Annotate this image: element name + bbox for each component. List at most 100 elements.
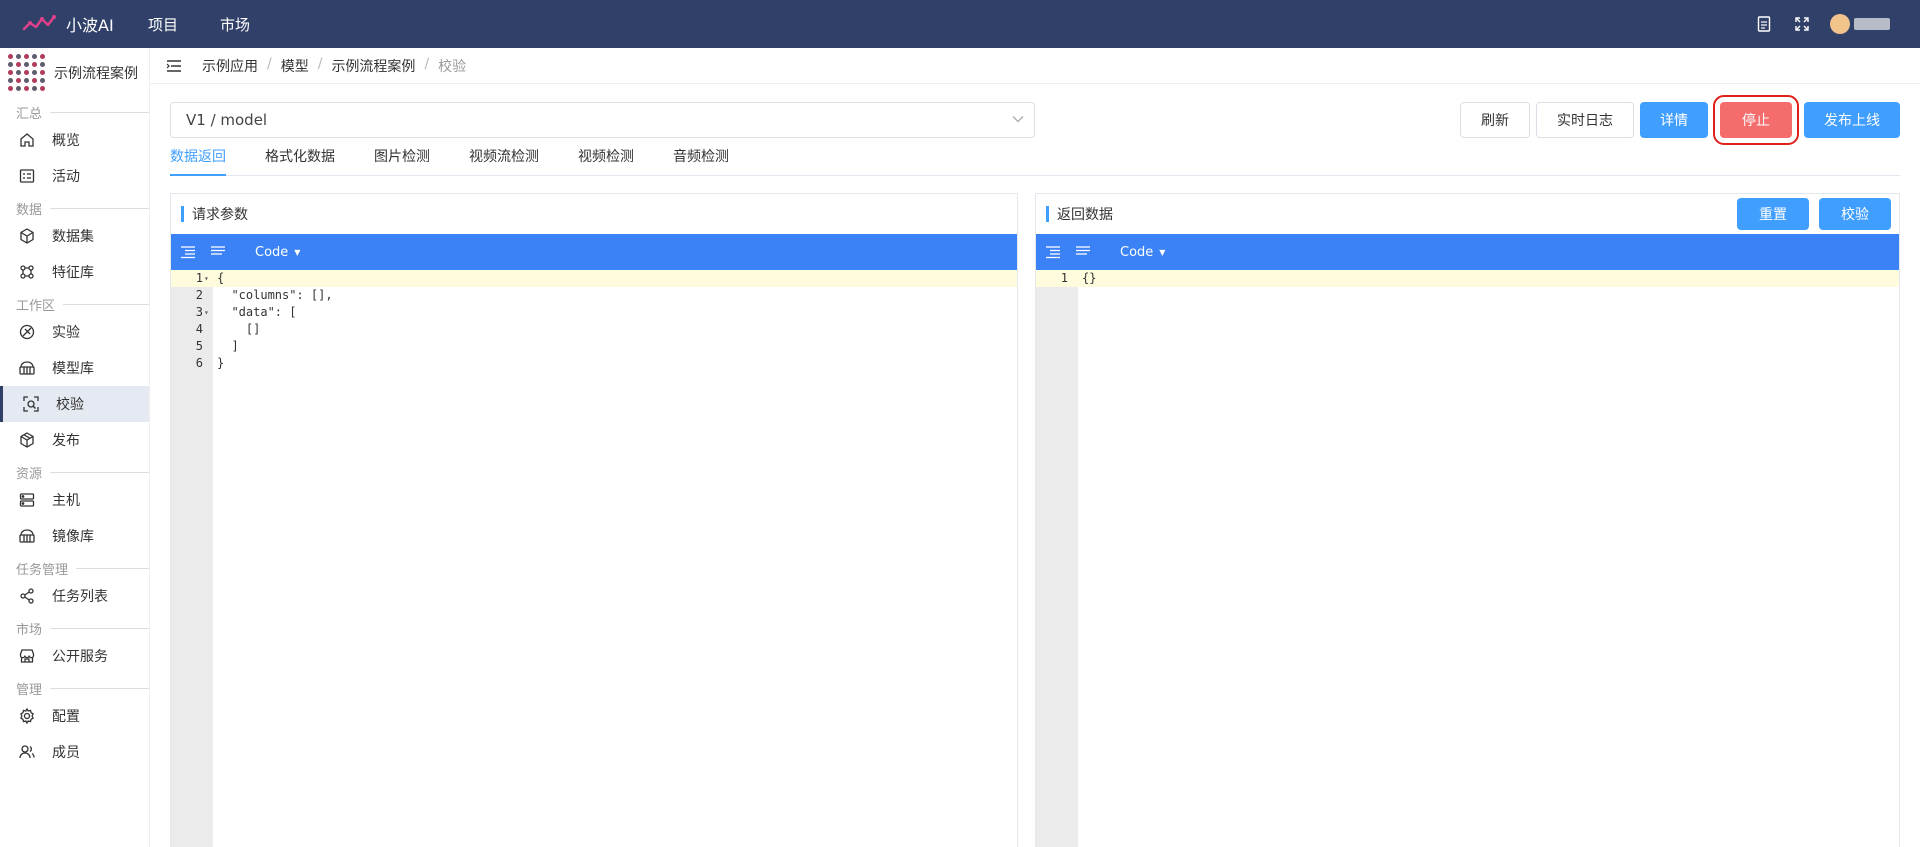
sidebar-group-summary: 汇总 bbox=[0, 102, 149, 122]
sidebar-item-features[interactable]: 特征库 bbox=[0, 254, 149, 290]
caret-down-icon: ▼ bbox=[294, 247, 301, 257]
document-icon[interactable] bbox=[1754, 14, 1774, 34]
user-name-blurred[interactable] bbox=[1854, 18, 1890, 30]
accent-bar bbox=[1046, 206, 1049, 222]
sidebar-item-label: 模型库 bbox=[52, 361, 94, 377]
tab-audio-detection[interactable]: 音频检测 bbox=[673, 146, 729, 176]
model-version-select[interactable]: V1 / model bbox=[170, 102, 1035, 138]
sidebar-group-admin: 管理 bbox=[0, 678, 149, 698]
request-editor-toolbar: Code ▼ bbox=[171, 234, 1017, 270]
stop-button[interactable]: 停止 bbox=[1713, 95, 1799, 145]
sidebar-item-label: 成员 bbox=[52, 745, 80, 761]
fold-toggle-icon[interactable]: ▾ bbox=[204, 270, 209, 287]
model-icon bbox=[18, 359, 36, 377]
realtime-log-button[interactable]: 实时日志 bbox=[1536, 102, 1634, 138]
response-code-editor[interactable]: 1 {} bbox=[1036, 270, 1899, 847]
code-text: } bbox=[217, 356, 225, 370]
line-number: 1 bbox=[195, 271, 203, 285]
sidebar-item-label: 实验 bbox=[52, 325, 80, 341]
details-button[interactable]: 详情 bbox=[1640, 102, 1708, 138]
fullscreen-icon[interactable] bbox=[1792, 14, 1812, 34]
response-panel-actions: 重置 校验 bbox=[1727, 198, 1891, 230]
sidebar-group-tasks: 任务管理 bbox=[0, 558, 149, 578]
sidebar-item-settings[interactable]: 配置 bbox=[0, 698, 149, 734]
sidebar-item-label: 活动 bbox=[52, 169, 80, 185]
tab-image-detection[interactable]: 图片检测 bbox=[374, 146, 430, 176]
tab-data-return[interactable]: 数据返回 bbox=[170, 146, 226, 176]
mode-label: Code bbox=[1120, 244, 1154, 260]
activity-icon bbox=[18, 167, 36, 185]
feature-icon bbox=[18, 263, 36, 281]
sidebar-item-label: 公开服务 bbox=[52, 649, 108, 665]
sidebar-item-images[interactable]: 镜像库 bbox=[0, 518, 149, 554]
breadcrumb-model[interactable]: 模型 bbox=[281, 56, 309, 76]
sidebar-item-label: 配置 bbox=[52, 709, 80, 725]
code-text: { bbox=[217, 271, 225, 285]
project-header[interactable]: 示例流程案例 bbox=[0, 48, 149, 98]
code-line[interactable]: 1 ▾ { bbox=[171, 270, 1017, 287]
code-text: {} bbox=[1082, 271, 1097, 285]
compact-icon[interactable] bbox=[209, 243, 227, 261]
request-code-editor[interactable]: 1 ▾{2 "columns": [], 3 ▾ "data": [4 [] 5 ] 6} bbox=[171, 270, 1017, 847]
sidebar-item-label: 任务列表 bbox=[52, 589, 108, 605]
sidebar-item-hosts[interactable]: 主机 bbox=[0, 482, 149, 518]
sidebar-item-task-list[interactable]: 任务列表 bbox=[0, 578, 149, 614]
format-icon[interactable] bbox=[1044, 243, 1062, 261]
breadcrumb-project[interactable]: 示例流程案例 bbox=[331, 56, 415, 76]
nav-market[interactable]: 市场 bbox=[220, 14, 250, 35]
sidebar-item-public-services[interactable]: 公开服务 bbox=[0, 638, 149, 674]
sidebar-item-datasets[interactable]: 数据集 bbox=[0, 218, 149, 254]
tab-video-stream-detection[interactable]: 视频流检测 bbox=[469, 146, 539, 176]
publish-button[interactable]: 发布上线 bbox=[1804, 102, 1900, 138]
code-text: [] bbox=[217, 322, 261, 336]
tab-formatted-data[interactable]: 格式化数据 bbox=[265, 146, 335, 176]
reset-button[interactable]: 重置 bbox=[1737, 198, 1809, 230]
share-icon bbox=[18, 587, 36, 605]
server-icon bbox=[18, 491, 36, 509]
format-icon[interactable] bbox=[179, 243, 197, 261]
validate-button[interactable]: 校验 bbox=[1819, 198, 1891, 230]
breadcrumb-current: 校验 bbox=[438, 58, 467, 75]
code-line[interactable]: 1 {} bbox=[1036, 270, 1899, 287]
accent-bar bbox=[181, 206, 184, 222]
project-name: 示例流程案例 bbox=[54, 66, 138, 82]
sidebar-item-publish[interactable]: 发布 bbox=[0, 422, 149, 458]
code-line[interactable]: 3 ▾ "data": [ bbox=[171, 304, 1017, 321]
nav-projects[interactable]: 项目 bbox=[148, 14, 178, 35]
compact-icon[interactable] bbox=[1074, 243, 1092, 261]
code-line[interactable]: 6} bbox=[171, 355, 1017, 372]
sidebar-item-members[interactable]: 成员 bbox=[0, 734, 149, 770]
sidebar-item-overview[interactable]: 概览 bbox=[0, 122, 149, 158]
breadcrumb-separator: / bbox=[424, 55, 430, 72]
brand-logo[interactable]: 小波AI bbox=[22, 12, 140, 36]
box-icon bbox=[18, 431, 36, 449]
line-gutter bbox=[1036, 270, 1078, 847]
sidebar-item-label: 特征库 bbox=[52, 265, 94, 281]
code-text: "columns": [], bbox=[217, 288, 333, 302]
fold-toggle-icon[interactable]: ▾ bbox=[204, 304, 209, 321]
mode-dropdown[interactable]: Code ▼ bbox=[1120, 245, 1165, 260]
line-number: 4 bbox=[195, 322, 203, 336]
sidebar-item-models[interactable]: 模型库 bbox=[0, 350, 149, 386]
code-line[interactable]: 5 ] bbox=[171, 338, 1017, 355]
code-text: ] bbox=[217, 339, 239, 353]
sidebar-item-activity[interactable]: 活动 bbox=[0, 158, 149, 194]
sidebar-group-data: 数据 bbox=[0, 198, 149, 218]
code-line[interactable]: 4 [] bbox=[171, 321, 1017, 338]
menu-toggle-icon[interactable] bbox=[166, 59, 182, 73]
sidebar-item-experiments[interactable]: 实验 bbox=[0, 314, 149, 350]
tab-bar: 数据返回 格式化数据 图片检测 视频流检测 视频检测 音频检测 bbox=[170, 146, 1900, 176]
mode-dropdown[interactable]: Code ▼ bbox=[255, 245, 300, 260]
response-panel: 返回数据 重置 校验 Code ▼ 1 {} bbox=[1035, 193, 1900, 847]
breadcrumb-app[interactable]: 示例应用 bbox=[202, 56, 258, 76]
caret-down-icon: ▼ bbox=[1159, 247, 1166, 257]
user-avatar[interactable] bbox=[1830, 14, 1850, 34]
brand-name: 小波AI bbox=[66, 16, 114, 35]
tab-video-detection[interactable]: 视频检测 bbox=[578, 146, 634, 176]
sidebar-item-validate[interactable]: 校验 bbox=[0, 386, 149, 422]
store-icon bbox=[18, 647, 36, 665]
sidebar-group-workspace: 工作区 bbox=[0, 294, 149, 314]
code-line[interactable]: 2 "columns": [], bbox=[171, 287, 1017, 304]
line-number: 5 bbox=[195, 339, 203, 353]
refresh-button[interactable]: 刷新 bbox=[1460, 102, 1530, 138]
